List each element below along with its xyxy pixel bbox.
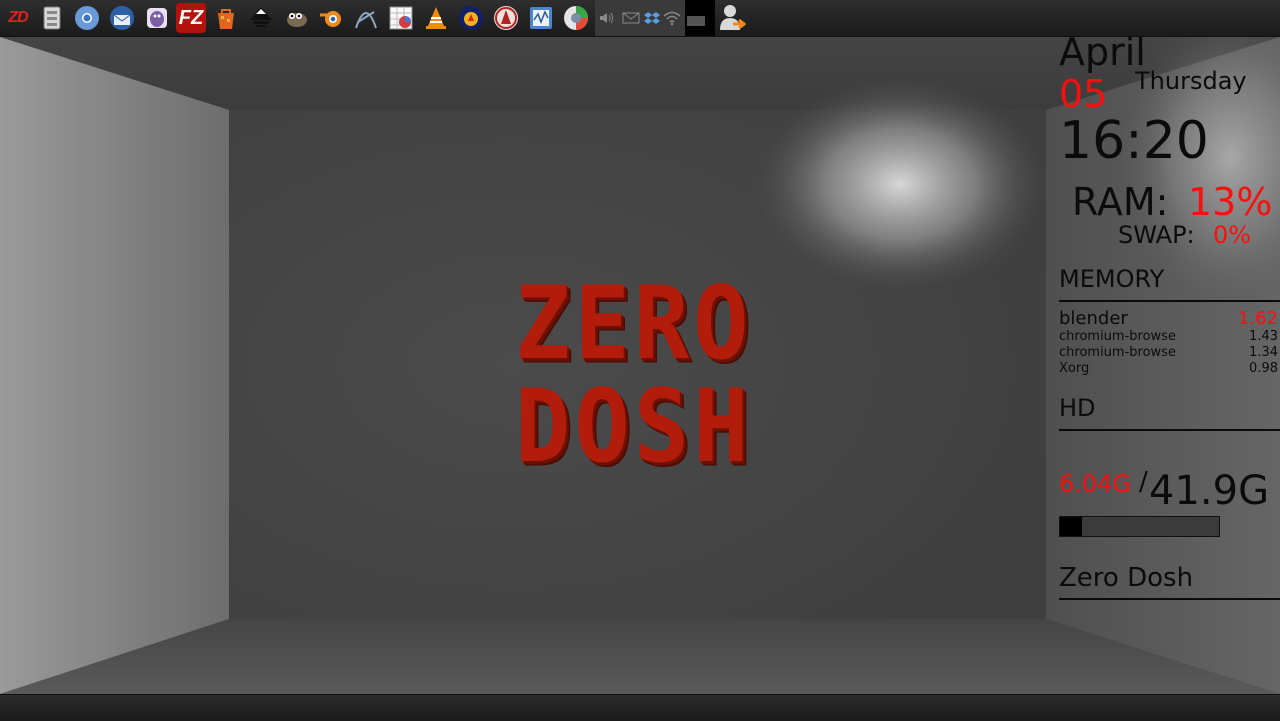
process-name: blender xyxy=(1059,308,1128,329)
logo-line-zero: ZERO xyxy=(515,264,753,383)
conky-widget: April 05 Thursday 16:20 RAM: 13% SWAP: 0… xyxy=(1045,37,1280,600)
desktop: ZERO DOSH April 05 Thursday 16:20 RAM: 1… xyxy=(0,37,1280,694)
logo-line-dosh: DOSH xyxy=(515,367,753,486)
conky-footer-title: Zero Dosh xyxy=(1059,563,1194,593)
memory-header: MEMORY xyxy=(1059,265,1165,293)
hd-divider xyxy=(1059,429,1280,431)
mail-icon[interactable] xyxy=(622,9,640,27)
hd-used: 6.04G xyxy=(1059,470,1132,498)
process-value: 1.62 xyxy=(1237,308,1278,329)
vlc-icon[interactable] xyxy=(421,3,451,33)
process-value: 1.43 xyxy=(1249,329,1278,344)
system-monitor-icon[interactable] xyxy=(526,3,556,33)
blender-icon[interactable] xyxy=(316,3,346,33)
tray-applet[interactable] xyxy=(685,0,715,36)
game-icon[interactable] xyxy=(491,3,521,33)
process-value: 1.34 xyxy=(1249,345,1278,360)
inkscape-icon[interactable] xyxy=(246,3,276,33)
process-name: Xorg xyxy=(1059,361,1090,376)
dropbox-icon[interactable] xyxy=(643,9,661,27)
hd-total: 41.9G xyxy=(1149,468,1270,514)
file-manager-icon[interactable] xyxy=(37,3,67,33)
package-manager-icon[interactable] xyxy=(211,3,241,33)
battery-icon xyxy=(687,16,705,26)
zd-menu-icon[interactable]: ZD xyxy=(3,3,33,33)
swap-value: 0% xyxy=(1213,221,1252,249)
top-panel: ZD FZ xyxy=(0,0,1280,37)
chromium-icon[interactable] xyxy=(72,3,102,33)
audio-player-icon[interactable] xyxy=(456,3,486,33)
hd-header: HD xyxy=(1059,394,1096,422)
volume-icon[interactable] xyxy=(598,9,616,27)
weekday: Thursday xyxy=(1135,67,1247,95)
clock-time: 16:20 xyxy=(1059,111,1209,171)
memory-divider xyxy=(1059,300,1280,302)
ram-label: RAM: xyxy=(1072,180,1169,224)
swap-label: SWAP: xyxy=(1118,221,1195,249)
photo-app-icon[interactable] xyxy=(561,3,591,33)
wifi-icon[interactable] xyxy=(663,9,681,27)
disk-usage-bar xyxy=(1059,516,1220,537)
disk-usage-fill xyxy=(1060,517,1083,536)
filezilla-icon[interactable]: FZ xyxy=(176,3,206,33)
spreadsheet-icon[interactable] xyxy=(386,3,416,33)
bottom-panel xyxy=(0,694,1280,721)
footer-divider xyxy=(1059,598,1280,600)
pidgin-icon[interactable] xyxy=(142,3,172,33)
zd-menu-label: ZD xyxy=(8,9,28,26)
thunderbird-icon[interactable] xyxy=(107,3,137,33)
process-value: 0.98 xyxy=(1249,361,1278,376)
ram-value: 13% xyxy=(1188,180,1273,224)
month: April xyxy=(1059,37,1146,74)
hd-separator: / xyxy=(1139,467,1148,497)
process-name: chromium-browse xyxy=(1059,345,1176,360)
gimp-icon[interactable] xyxy=(281,3,311,33)
filezilla-label: FZ xyxy=(178,6,204,29)
vector-tool-icon[interactable] xyxy=(351,3,381,33)
system-tray xyxy=(595,0,685,36)
process-name: chromium-browse xyxy=(1059,329,1176,344)
user-logout-icon[interactable] xyxy=(717,2,749,34)
